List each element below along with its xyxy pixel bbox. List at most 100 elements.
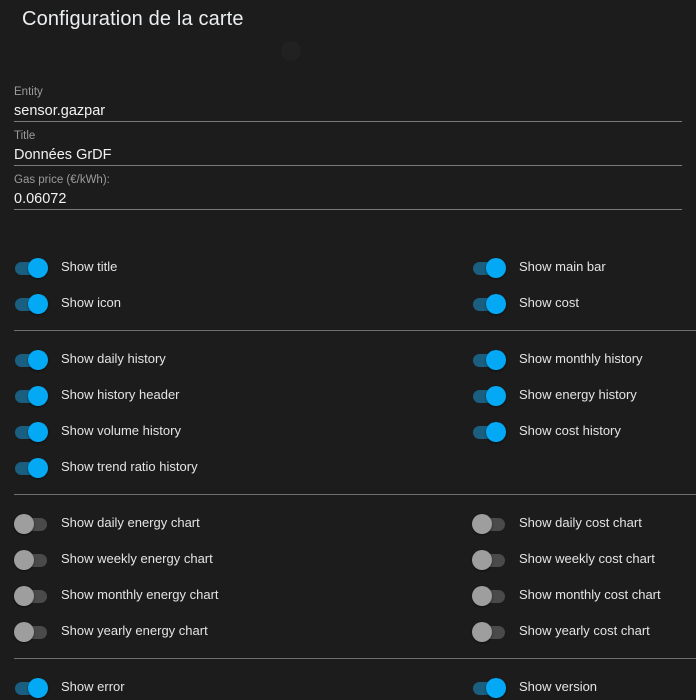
toggle-show-energy-history-label: Show energy history — [519, 387, 637, 403]
toggle-row-right: Show monthly history — [473, 341, 643, 377]
toggle-row: Show errorShow version — [0, 669, 696, 700]
toggle-show-yearly-energy-chart-label: Show yearly energy chart — [61, 623, 208, 639]
display-group: Show title Show main bar Show icon Show cos… — [0, 249, 696, 321]
entity-field-value[interactable]: sensor.gazpar — [14, 102, 682, 121]
toggle-row: Show trend ratio history — [0, 449, 696, 485]
toggle-row-right: Show energy history — [473, 377, 637, 413]
toggle-thumb — [486, 258, 506, 278]
history-group: Show daily historyShow monthly historySh… — [0, 321, 696, 485]
toggle-show-monthly-energy-chart-label: Show monthly energy chart — [61, 587, 219, 603]
group-spacer — [0, 485, 696, 494]
toggle-row-right: Show yearly cost chart — [473, 613, 650, 649]
toggle-thumb — [28, 386, 48, 406]
entity-field[interactable]: Entitysensor.gazpar — [14, 78, 682, 122]
toggle-thumb — [14, 622, 34, 642]
toggle-thumb — [472, 514, 492, 534]
toggle-show-monthly-energy-chart[interactable] — [15, 588, 47, 602]
toggle-show-history-header[interactable] — [15, 388, 47, 402]
misc-group: Show errorShow version — [0, 649, 696, 700]
toggle-show-weekly-cost-chart[interactable] — [473, 552, 505, 566]
toggle-show-cost-label: Show cost — [519, 295, 579, 311]
toggle-show-daily-energy-chart[interactable] — [15, 516, 47, 530]
history-group-rows: Show daily historyShow monthly historySh… — [0, 341, 696, 485]
toggle-thumb — [486, 678, 506, 698]
toggle-show-yearly-cost-chart-label: Show yearly cost chart — [519, 623, 650, 639]
charts-group-rows: Show daily energy chart Show daily cost c… — [0, 505, 696, 649]
toggle-show-main-bar-label: Show main bar — [519, 259, 606, 275]
charts-group: Show daily energy chart Show daily cost c… — [0, 485, 696, 649]
toggle-show-volume-history[interactable] — [15, 424, 47, 438]
group-spacer — [0, 321, 696, 330]
group-spacer — [0, 649, 696, 658]
group-divider — [14, 330, 696, 331]
toggle-show-daily-cost-chart[interactable] — [473, 516, 505, 530]
toggle-show-daily-energy-chart-label: Show daily energy chart — [61, 515, 200, 531]
toggle-show-weekly-cost-chart-label: Show weekly cost chart — [519, 551, 655, 567]
title-field-value[interactable]: Données GrDF — [14, 146, 682, 165]
toggle-row-right: Show daily cost chart — [473, 505, 642, 541]
title-field[interactable]: Title Données GrDF — [14, 122, 682, 166]
group-divider — [14, 658, 696, 659]
toggle-show-version-label: Show version — [519, 679, 597, 695]
toggle-row-right: Show monthly cost chart — [473, 577, 661, 613]
gas-price-field-value[interactable]: 0.06072 — [14, 190, 682, 209]
toggle-row: Show title Show main bar — [0, 249, 696, 285]
toggle-thumb — [486, 386, 506, 406]
toggle-thumb — [14, 514, 34, 534]
toggle-row: Show daily energy chart Show daily cost c… — [0, 505, 696, 541]
toggle-thumb — [28, 458, 48, 478]
misc-group-rows: Show errorShow version — [0, 669, 696, 700]
toggle-show-cost[interactable] — [473, 296, 505, 310]
toggle-row: Show history header Show energy history — [0, 377, 696, 413]
toggle-show-monthly-cost-chart[interactable] — [473, 588, 505, 602]
toggle-show-daily-history-label: Show daily history — [61, 351, 166, 367]
toggle-show-cost-history[interactable] — [473, 424, 505, 438]
toggle-row-right: Show version — [473, 669, 597, 700]
toggle-row: Show icon Show cost — [0, 285, 696, 321]
toggle-show-monthly-history[interactable] — [473, 352, 505, 366]
toggle-row-right: Show weekly cost chart — [473, 541, 655, 577]
toggle-row: Show monthly energy chart Show monthly co… — [0, 577, 696, 613]
toggle-thumb — [486, 294, 506, 314]
toggle-row-right: Show cost — [473, 285, 579, 321]
toggle-show-version[interactable] — [473, 680, 505, 694]
toggle-show-daily-cost-chart-label: Show daily cost chart — [519, 515, 642, 531]
toggle-show-energy-history[interactable] — [473, 388, 505, 402]
toggle-show-cost-history-label: Show cost history — [519, 423, 621, 439]
toggle-thumb — [486, 350, 506, 370]
page-title: Configuration de la carte — [22, 8, 244, 31]
toggle-show-icon-label: Show icon — [61, 295, 121, 311]
toggle-thumb — [28, 350, 48, 370]
toggle-show-title-label: Show title — [61, 259, 117, 275]
toggle-row: Show yearly energy chart Show yearly cost… — [0, 613, 696, 649]
toggle-show-error[interactable] — [15, 680, 47, 694]
toggle-show-main-bar[interactable] — [473, 260, 505, 274]
toggle-show-monthly-history-label: Show monthly history — [519, 351, 643, 367]
toggle-show-yearly-cost-chart[interactable] — [473, 624, 505, 638]
toggle-thumb — [472, 586, 492, 606]
toggle-thumb — [472, 622, 492, 642]
toggle-thumb — [28, 294, 48, 314]
toggle-show-daily-history[interactable] — [15, 352, 47, 366]
toggle-thumb — [28, 678, 48, 698]
toggle-show-yearly-energy-chart[interactable] — [15, 624, 47, 638]
toggle-show-title[interactable] — [15, 260, 47, 274]
config-header: Configuration de la carte — [0, 0, 696, 78]
group-spacer — [0, 495, 696, 505]
title-field-label: Title — [14, 129, 682, 143]
toggle-show-trend-ratio-history-label: Show trend ratio history — [61, 459, 198, 475]
gas-price-field[interactable]: Gas price (€/kWh):0.06072 — [14, 166, 682, 210]
toggle-show-weekly-energy-chart[interactable] — [15, 552, 47, 566]
config-fields: Entitysensor.gazpar Title Données GrDFGas … — [0, 78, 696, 210]
toggle-show-volume-history-label: Show volume history — [61, 423, 181, 439]
toggle-show-icon[interactable] — [15, 296, 47, 310]
display-group-rows: Show title Show main bar Show icon Show cos… — [0, 249, 696, 321]
toggle-thumb — [28, 422, 48, 442]
toggle-thumb — [28, 258, 48, 278]
toggle-show-trend-ratio-history[interactable] — [15, 460, 47, 474]
group-spacer — [0, 659, 696, 669]
toggle-show-history-header-label: Show history header — [61, 387, 180, 403]
card-configuration-panel: Configuration de la carte Entitysensor.g… — [0, 0, 696, 700]
group-divider — [14, 494, 696, 495]
toggle-row: Show daily history Show monthly history — [0, 341, 696, 377]
